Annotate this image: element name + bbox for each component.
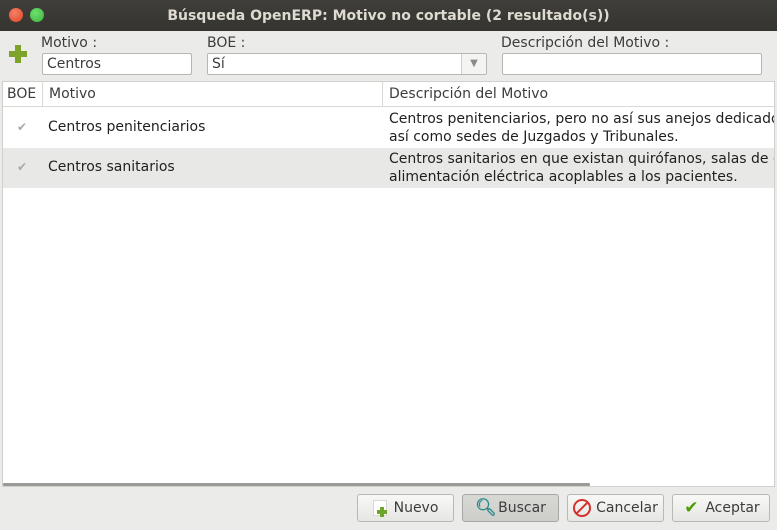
search-icon: 🔍︎ [475, 498, 497, 518]
dropdown-arrow-icon[interactable]: ▼ [461, 54, 486, 74]
descripcion-cell: Centros penitenciarios, pero no así sus … [389, 110, 775, 146]
horizontal-scrollbar[interactable] [3, 483, 590, 486]
cancelar-button[interactable]: Cancelar [567, 494, 664, 522]
boe-select[interactable]: Sí ▼ [207, 53, 487, 75]
results-table: BOE Motivo Descripción del Motivo ✔ Cent… [2, 81, 775, 487]
add-icon[interactable] [9, 45, 27, 63]
boe-checkbox[interactable]: ✔ [16, 161, 28, 173]
table-row[interactable]: ✔ Centros penitenciarios Centros peniten… [3, 108, 774, 148]
descripcion-line: Centros penitenciarios, pero no así sus … [389, 111, 775, 127]
descripcion-line: así como sedes de Juzgados y Tribunales. [389, 129, 679, 145]
new-document-icon [372, 500, 387, 517]
column-header-descripcion[interactable]: Descripción del Motivo [382, 82, 548, 106]
motivo-cell: Centros penitenciarios [48, 119, 206, 135]
cancelar-label: Cancelar [596, 500, 658, 516]
column-header-motivo[interactable]: Motivo [42, 82, 96, 106]
maximize-window-button[interactable] [30, 8, 44, 22]
aceptar-label: Aceptar [705, 500, 760, 516]
motivo-label: Motivo : [41, 35, 98, 51]
search-form: Motivo : BOE : Sí ▼ Descripción del Moti… [0, 31, 777, 80]
title-bar: Búsqueda OpenERP: Motivo no cortable (2 … [0, 0, 777, 31]
nuevo-label: Nuevo [393, 500, 439, 516]
aceptar-button[interactable]: ✔ Aceptar [672, 494, 770, 522]
nuevo-button[interactable]: Nuevo [357, 494, 454, 522]
descripcion-input[interactable] [502, 53, 762, 75]
window-title: Búsqueda OpenERP: Motivo no cortable (2 … [167, 7, 610, 24]
checkmark-icon: ✔ [684, 498, 699, 518]
motivo-cell: Centros sanitarios [48, 159, 175, 175]
descripcion-line: Centros sanitarios en que existan quiróf… [389, 151, 775, 167]
table-header: BOE Motivo Descripción del Motivo [3, 82, 774, 107]
descripcion-line: alimentación eléctrica acoplables a los … [389, 169, 738, 185]
descripcion-label: Descripción del Motivo : [501, 35, 670, 51]
search-dialog: Búsqueda OpenERP: Motivo no cortable (2 … [0, 0, 777, 530]
column-header-boe[interactable]: BOE [7, 82, 36, 106]
cancel-icon [573, 499, 592, 517]
close-window-button[interactable] [9, 8, 23, 22]
motivo-input[interactable] [42, 53, 192, 75]
buscar-label: Buscar [498, 500, 546, 516]
table-row[interactable]: ✔ Centros sanitarios Centros sanitarios … [3, 148, 774, 188]
boe-checkbox[interactable]: ✔ [16, 121, 28, 133]
descripcion-cell: Centros sanitarios en que existan quiróf… [389, 150, 775, 186]
boe-label: BOE : [207, 35, 246, 51]
boe-selected-value: Sí [212, 56, 225, 72]
buscar-button[interactable]: 🔍︎ Buscar [462, 494, 559, 522]
